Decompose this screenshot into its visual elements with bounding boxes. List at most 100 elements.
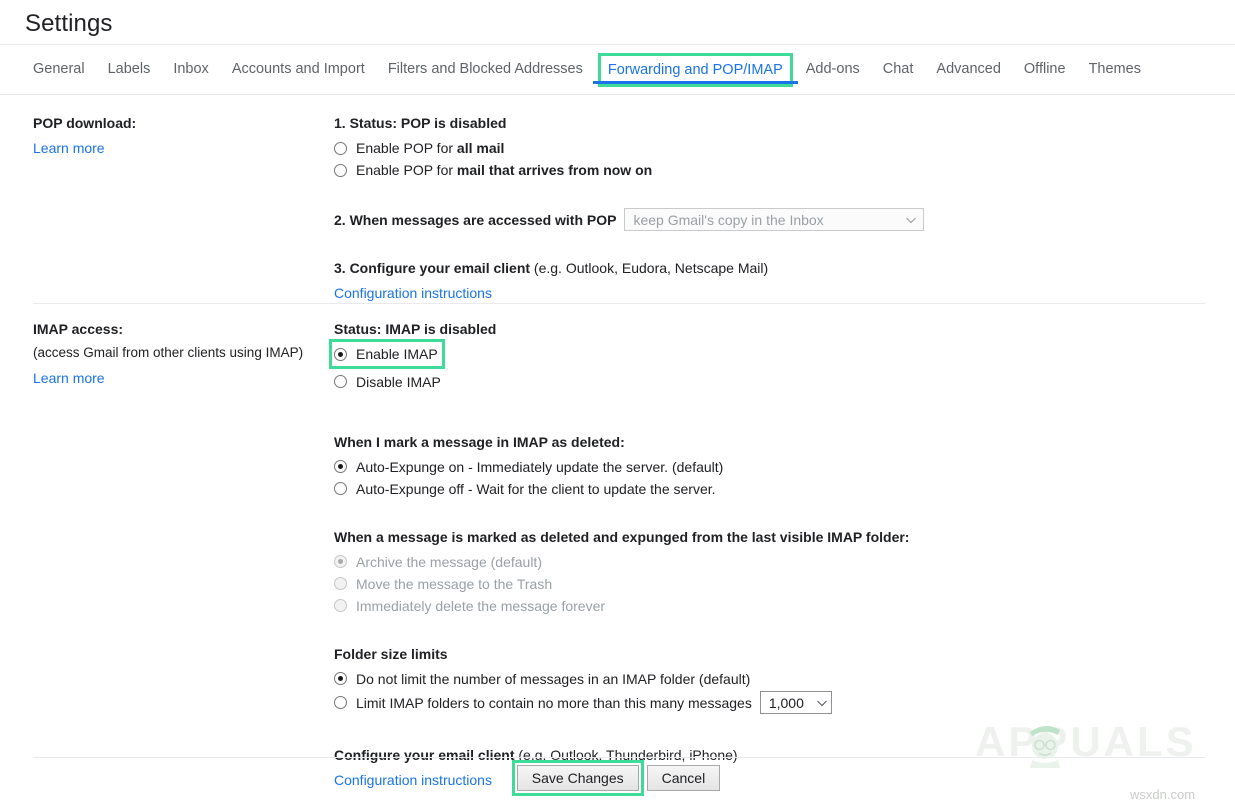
pop-status-text: 1. Status: POP is disabled [334,112,1194,134]
pop-enable-all-bold: all mail [457,140,504,156]
tab-labels[interactable]: Labels [108,45,151,94]
pop-right-column: 1. Status: POP is disabled Enable POP fo… [334,112,1194,304]
pop-enable-new-prefix: Enable POP for [356,162,457,178]
imap-right-column: Status: IMAP is disabled Enable IMAP Dis… [334,318,1194,791]
pop-enable-all-prefix: Enable POP for [356,140,457,156]
tab-label: Add-ons [806,61,860,77]
imap-expunge-title: When I mark a message in IMAP as deleted… [334,431,1194,453]
page-title: Settings [25,10,113,38]
imap-folder-nolimit-row[interactable]: Do not limit the number of messages in a… [334,668,1194,690]
imap-last-folder-delete-row[interactable]: Immediately delete the message forever [334,595,1194,617]
active-tab-underline [593,81,798,84]
imap-folder-limit-radio[interactable] [334,696,347,709]
imap-access-label: IMAP access: [33,318,333,340]
tabbar-divider [0,94,1235,95]
imap-expunge-group: When I mark a message in IMAP as deleted… [334,431,1194,500]
tab-label: Accounts and Import [232,61,365,77]
settings-page: Settings General Labels Inbox Accounts a… [0,0,1235,812]
pop-enable-all-mail-row[interactable]: Enable POP for all mail [334,137,1194,159]
pop-learn-more-link[interactable]: Learn more [33,140,105,156]
imap-last-folder-group: When a message is marked as deleted and … [334,526,1194,617]
imap-folder-nolimit-label: Do not limit the number of messages in a… [356,668,750,690]
imap-last-folder-title: When a message is marked as deleted and … [334,526,1194,548]
settings-tabbar: General Labels Inbox Accounts and Import… [0,45,1235,94]
tab-label: Labels [108,61,151,77]
imap-folder-nolimit-radio[interactable] [334,672,347,685]
pop-step3-label: 3. Configure your email client [334,260,530,276]
tab-label: Inbox [173,61,208,77]
tab-label: Forwarding and POP/IMAP [608,62,783,78]
pop-download-label: POP download: [33,112,333,134]
pop-access-behavior-value: keep Gmail's copy in the Inbox [633,209,823,231]
tab-label: Chat [883,61,914,77]
imap-access-note: (access Gmail from other clients using I… [33,342,333,364]
tab-accounts-and-import[interactable]: Accounts and Import [232,45,365,94]
tab-label: Advanced [936,61,1001,77]
pop-step3-note: (e.g. Outlook, Eudora, Netscape Mail) [530,260,768,276]
pop-enable-new-mail-row[interactable]: Enable POP for mail that arrives from no… [334,159,1194,181]
tab-themes[interactable]: Themes [1089,45,1141,94]
imap-expunge-on-row[interactable]: Auto-Expunge on - Immediately update the… [334,456,1194,478]
imap-learn-more-link[interactable]: Learn more [33,370,105,386]
imap-enable-row-wrapper: Enable IMAP [334,342,1194,367]
pop-imap-divider [33,303,1205,304]
tab-label: Themes [1089,61,1141,77]
pop-step2-label: 2. When messages are accessed with POP [334,209,616,231]
imap-expunge-on-radio[interactable] [334,460,347,473]
imap-folder-size-group: Folder size limits Do not limit the numb… [334,643,1194,716]
footer-button-bar: Save Changes Cancel [0,763,1235,793]
imap-last-folder-delete-radio[interactable] [334,599,347,612]
imap-folder-limit-row[interactable]: Limit IMAP folders to contain no more th… [334,690,1194,716]
tab-label: Filters and Blocked Addresses [388,61,583,77]
imap-enable-label: Enable IMAP [356,343,438,365]
chevron-down-icon [816,697,828,709]
pop-step3-row: 3. Configure your email client (e.g. Out… [334,257,1194,279]
imap-expunge-off-radio[interactable] [334,482,347,495]
pop-enable-all-mail-label: Enable POP for all mail [356,137,504,159]
pop-enable-all-mail-radio[interactable] [334,142,347,155]
chevron-down-icon [905,214,917,226]
cancel-button[interactable]: Cancel [647,765,721,791]
imap-disable-radio[interactable] [334,375,347,388]
imap-last-folder-trash-row[interactable]: Move the message to the Trash [334,573,1194,595]
imap-expunge-on-label: Auto-Expunge on - Immediately update the… [356,456,723,478]
tab-advanced[interactable]: Advanced [936,45,1001,94]
imap-expunge-off-label: Auto-Expunge off - Wait for the client t… [356,478,716,500]
imap-last-folder-archive-row[interactable]: Archive the message (default) [334,551,1194,573]
imap-last-folder-delete-label: Immediately delete the message forever [356,595,605,617]
imap-disable-row[interactable]: Disable IMAP [334,371,1194,393]
tab-add-ons[interactable]: Add-ons [806,45,860,94]
imap-last-folder-trash-label: Move the message to the Trash [356,573,552,595]
tab-forwarding-and-pop-imap[interactable]: Forwarding and POP/IMAP [601,56,790,84]
tab-chat[interactable]: Chat [883,45,914,94]
imap-folder-limit-select[interactable]: 1,000 [760,691,832,714]
tab-filters-and-blocked-addresses[interactable]: Filters and Blocked Addresses [388,45,583,94]
imap-left-column: IMAP access: (access Gmail from other cl… [33,318,333,389]
imap-folder-limit-value: 1,000 [769,692,804,714]
tab-label: Offline [1024,61,1066,77]
tab-offline[interactable]: Offline [1024,45,1066,94]
imap-last-folder-archive-radio[interactable] [334,555,347,568]
imap-expunge-off-row[interactable]: Auto-Expunge off - Wait for the client t… [334,478,1194,500]
imap-enable-radio[interactable] [334,348,347,361]
pop-enable-new-mail-radio[interactable] [334,164,347,177]
pop-access-behavior-row: 2. When messages are accessed with POP k… [334,208,1194,231]
save-changes-button[interactable]: Save Changes [517,765,639,791]
pop-left-column: POP download: Learn more [33,112,333,159]
pop-access-behavior-select[interactable]: keep Gmail's copy in the Inbox [624,208,924,231]
imap-configure-label: Configure your email client [334,747,514,763]
imap-status-text: Status: IMAP is disabled [334,318,1194,340]
pop-enable-new-bold: mail that arrives from now on [457,162,652,178]
imap-folder-size-title: Folder size limits [334,643,1194,665]
imap-disable-label: Disable IMAP [356,371,441,393]
imap-last-folder-archive-label: Archive the message (default) [356,551,542,573]
imap-enable-highlight: Enable IMAP [332,342,442,366]
tab-general[interactable]: General [33,45,85,94]
tab-inbox[interactable]: Inbox [173,45,208,94]
tab-label: General [33,61,85,77]
imap-folder-limit-label: Limit IMAP folders to contain no more th… [356,692,752,714]
imap-last-folder-trash-radio[interactable] [334,577,347,590]
save-changes-highlight: Save Changes [515,763,641,793]
pop-configuration-instructions-link[interactable]: Configuration instructions [334,285,492,301]
imap-configure-note: (e.g. Outlook, Thunderbird, iPhone) [514,747,737,763]
